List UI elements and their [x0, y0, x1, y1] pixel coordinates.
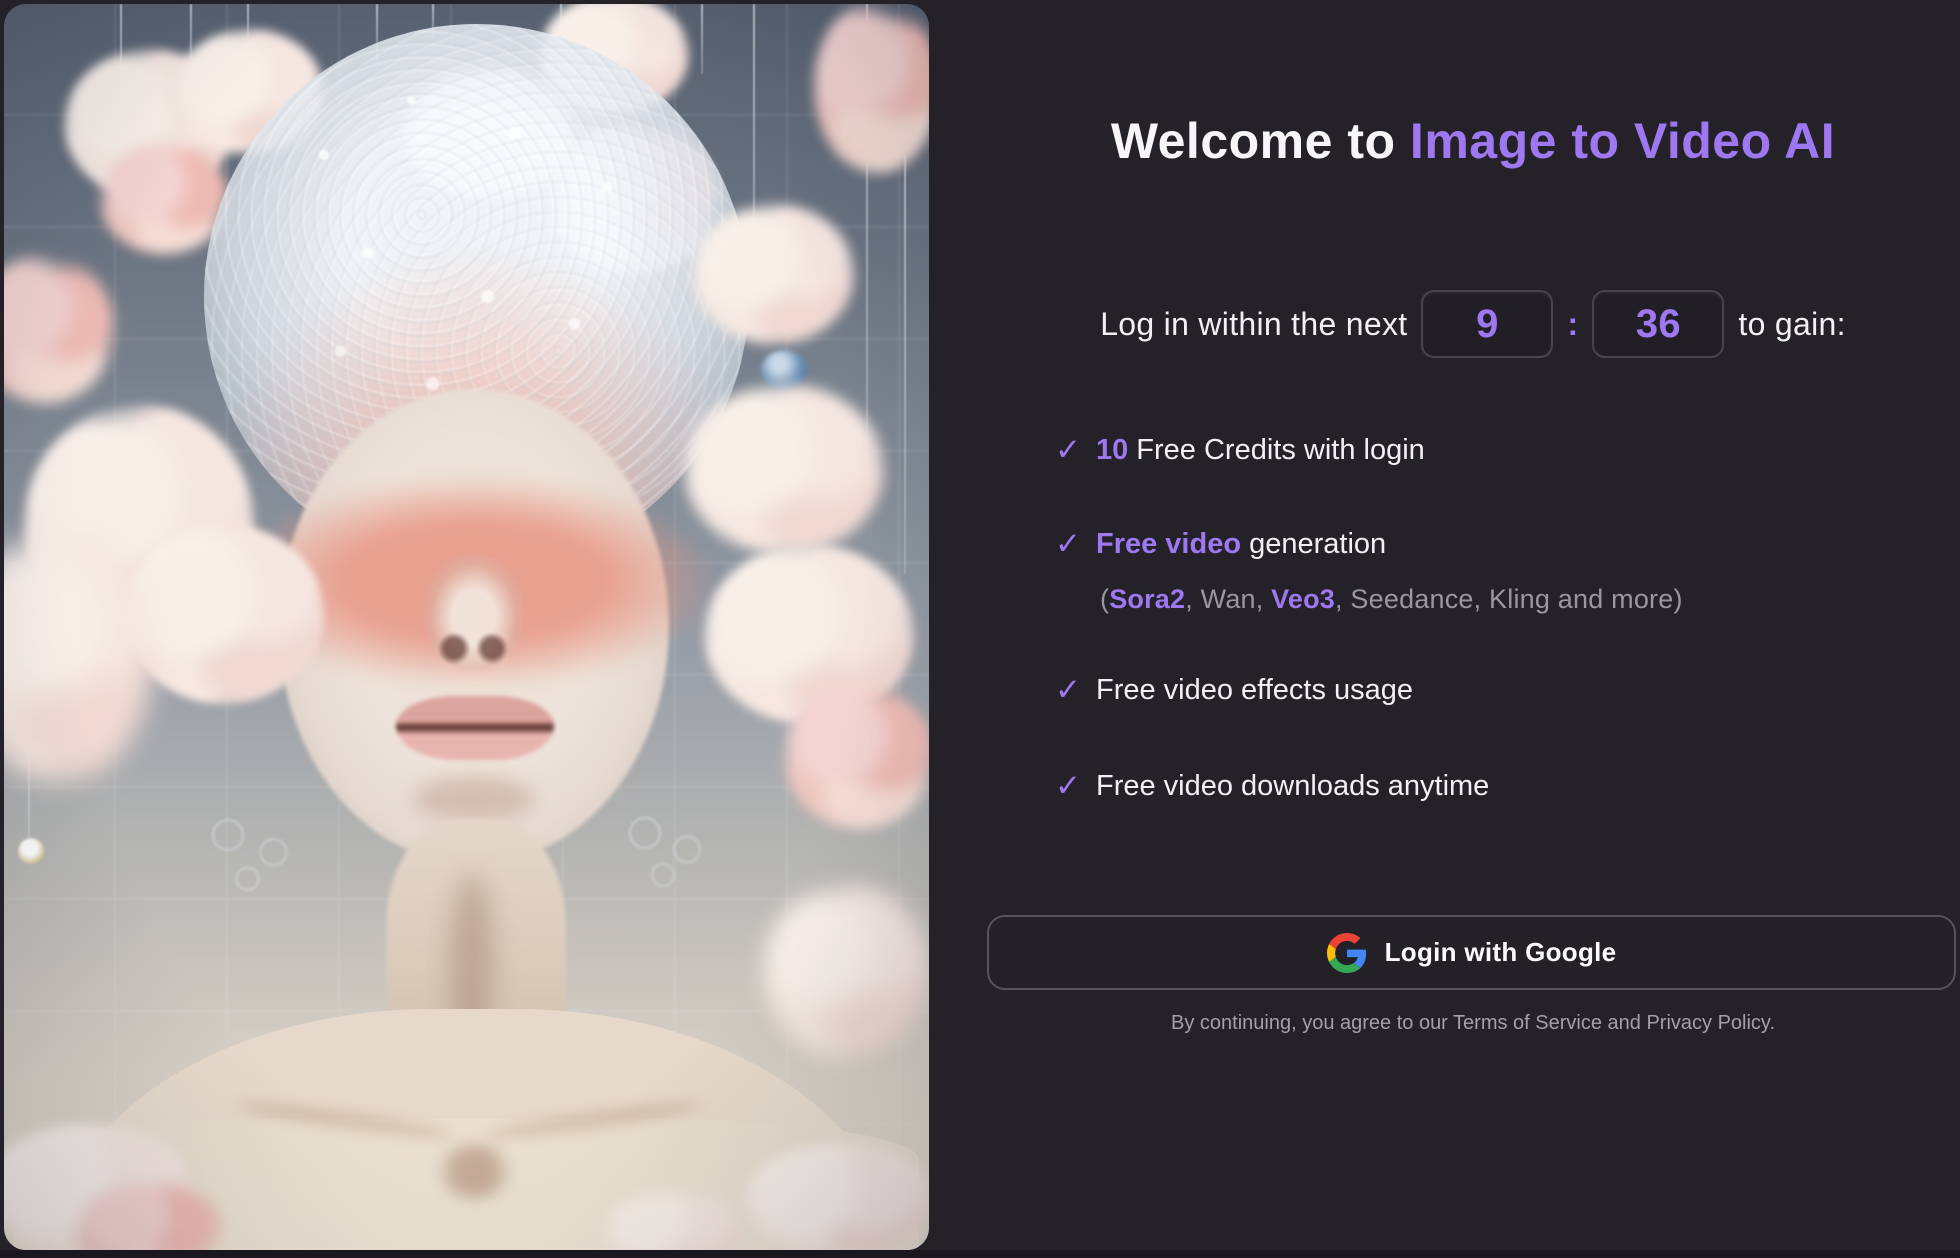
- countdown-minutes: 9: [1421, 290, 1553, 358]
- check-icon: ✓: [1055, 674, 1081, 707]
- benefit-text: Free video effects usage: [1096, 674, 1413, 707]
- check-icon: ✓: [1055, 770, 1081, 803]
- countdown-tail-text: to gain:: [1738, 306, 1845, 343]
- benefit-text: 10 Free Credits with login: [1096, 434, 1425, 467]
- terms-text: By continuing, you agree to our Terms of…: [990, 1012, 1956, 1035]
- page-title: Welcome to Image to Video AI: [990, 112, 1956, 170]
- login-page: Welcome to Image to Video AI Log in with…: [0, 0, 1960, 1258]
- benefit-text: Free video downloads anytime: [1096, 770, 1489, 803]
- model-veo3: Veo3: [1271, 584, 1335, 614]
- benefit-item-generation: ✓ Free video generation: [1055, 528, 1386, 561]
- login-button-label: Login with Google: [1385, 937, 1617, 968]
- benefit-text: Free video generation: [1096, 528, 1386, 561]
- check-icon: ✓: [1055, 528, 1081, 561]
- vignette: [4, 4, 929, 1250]
- check-icon: ✓: [1055, 434, 1081, 467]
- title-highlight: Image to Video AI: [1410, 113, 1835, 169]
- benefit-item-downloads: ✓ Free video downloads anytime: [1055, 770, 1489, 803]
- benefit-item-credits: ✓ 10 Free Credits with login: [1055, 434, 1425, 467]
- model-sora2: Sora2: [1109, 584, 1185, 614]
- countdown-colon: :: [1567, 306, 1578, 343]
- benefit-models-note: (Sora2, Wan, Veo3, Seedance, Kling and m…: [1100, 584, 1683, 615]
- hero-image: [4, 4, 929, 1250]
- countdown-seconds: 36: [1592, 290, 1724, 358]
- countdown-lead-text: Log in within the next: [1100, 306, 1407, 343]
- title-prefix: Welcome to: [1111, 113, 1410, 169]
- bottom-edge: [0, 1250, 1960, 1258]
- login-with-google-button[interactable]: Login with Google: [987, 915, 1956, 990]
- countdown-row: Log in within the next 9 : 36 to gain:: [990, 288, 1956, 360]
- benefit-item-effects: ✓ Free video effects usage: [1055, 674, 1413, 707]
- google-icon: [1327, 933, 1367, 973]
